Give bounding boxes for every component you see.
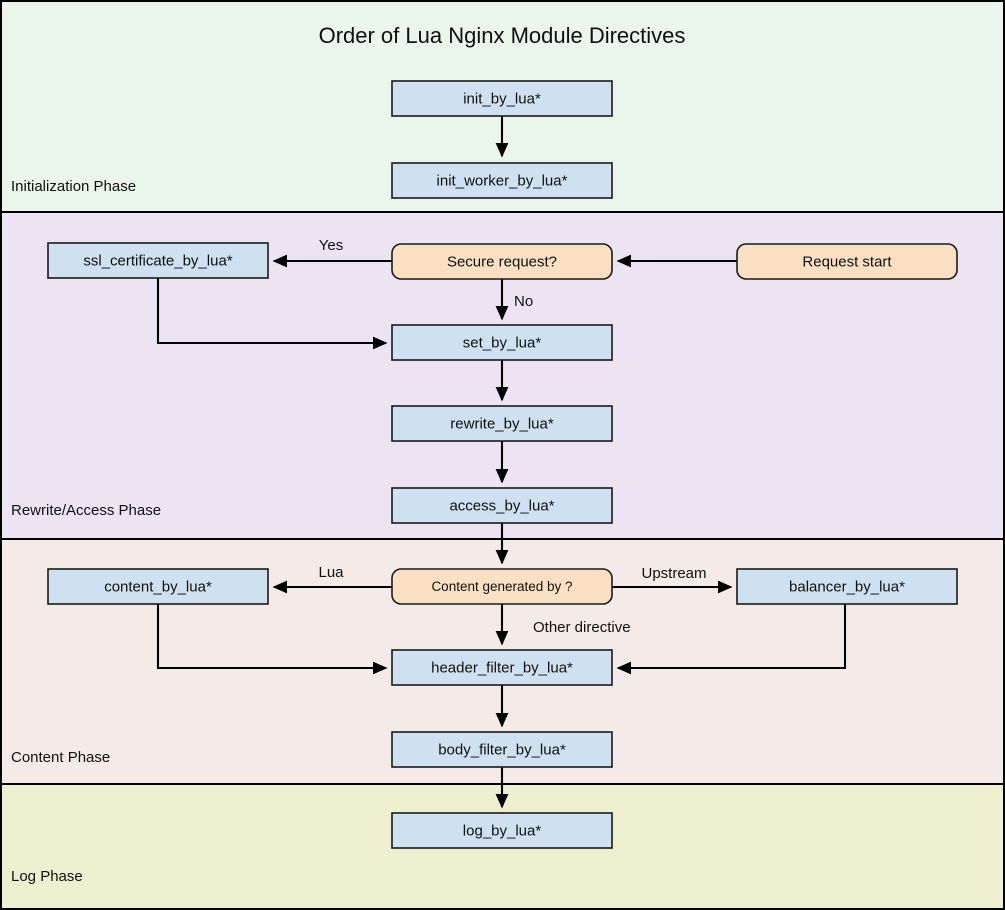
node-label-secure-request: Secure request? [447, 253, 557, 270]
node-label-init-by-lua: init_by_lua* [463, 90, 541, 107]
flowchart-canvas: Order of Lua Nginx Module Directives Ini… [0, 0, 1005, 910]
band-label-content: Content Phase [11, 749, 110, 766]
edge-label-content-other: Other directive [533, 619, 631, 636]
node-header-filter-by-lua[interactable]: header_filter_by_lua* [391, 649, 613, 686]
node-content-generated-by[interactable]: Content generated by ? [391, 568, 613, 605]
node-request-start[interactable]: Request start [736, 243, 958, 280]
node-init-worker-by-lua[interactable]: init_worker_by_lua* [391, 162, 613, 199]
diagram-title: Order of Lua Nginx Module Directives [319, 23, 686, 48]
node-content-by-lua[interactable]: content_by_lua* [47, 568, 269, 605]
node-label-content-by-lua: content_by_lua* [104, 578, 212, 595]
node-label-body-filter-by-lua: body_filter_by_lua* [438, 741, 566, 758]
node-label-ssl-certificate-by-lua: ssl_certificate_by_lua* [83, 252, 232, 269]
node-label-log-by-lua: log_by_lua* [463, 822, 542, 839]
node-rewrite-by-lua[interactable]: rewrite_by_lua* [391, 405, 613, 442]
node-access-by-lua[interactable]: access_by_lua* [391, 487, 613, 524]
band-label-log: Log Phase [11, 868, 83, 885]
node-label-access-by-lua: access_by_lua* [449, 497, 554, 514]
node-ssl-certificate-by-lua[interactable]: ssl_certificate_by_lua* [47, 242, 269, 279]
node-balancer-by-lua[interactable]: balancer_by_lua* [736, 568, 958, 605]
node-label-request-start: Request start [802, 253, 892, 270]
node-label-set-by-lua: set_by_lua* [463, 334, 542, 351]
node-label-content-generated-by: Content generated by ? [431, 579, 572, 594]
node-label-init-worker-by-lua: init_worker_by_lua* [437, 172, 568, 189]
node-log-by-lua[interactable]: log_by_lua* [391, 812, 613, 849]
node-init-by-lua[interactable]: init_by_lua* [391, 80, 613, 117]
node-set-by-lua[interactable]: set_by_lua* [391, 324, 613, 361]
node-label-balancer-by-lua: balancer_by_lua* [789, 578, 905, 595]
band-label-rewrite-access: Rewrite/Access Phase [11, 502, 161, 519]
node-label-rewrite-by-lua: rewrite_by_lua* [450, 415, 554, 432]
node-secure-request[interactable]: Secure request? [391, 243, 613, 280]
flowchart-diagram: Order of Lua Nginx Module Directives Ini… [0, 0, 1005, 910]
edge-label-secure-no: No [514, 293, 533, 310]
node-label-header-filter-by-lua: header_filter_by_lua* [431, 659, 573, 676]
edge-label-secure-yes: Yes [319, 237, 343, 254]
edge-label-content-lua: Lua [318, 564, 344, 581]
node-body-filter-by-lua[interactable]: body_filter_by_lua* [391, 731, 613, 768]
edge-label-content-upstream: Upstream [641, 565, 706, 582]
band-label-initialization: Initialization Phase [11, 178, 136, 195]
